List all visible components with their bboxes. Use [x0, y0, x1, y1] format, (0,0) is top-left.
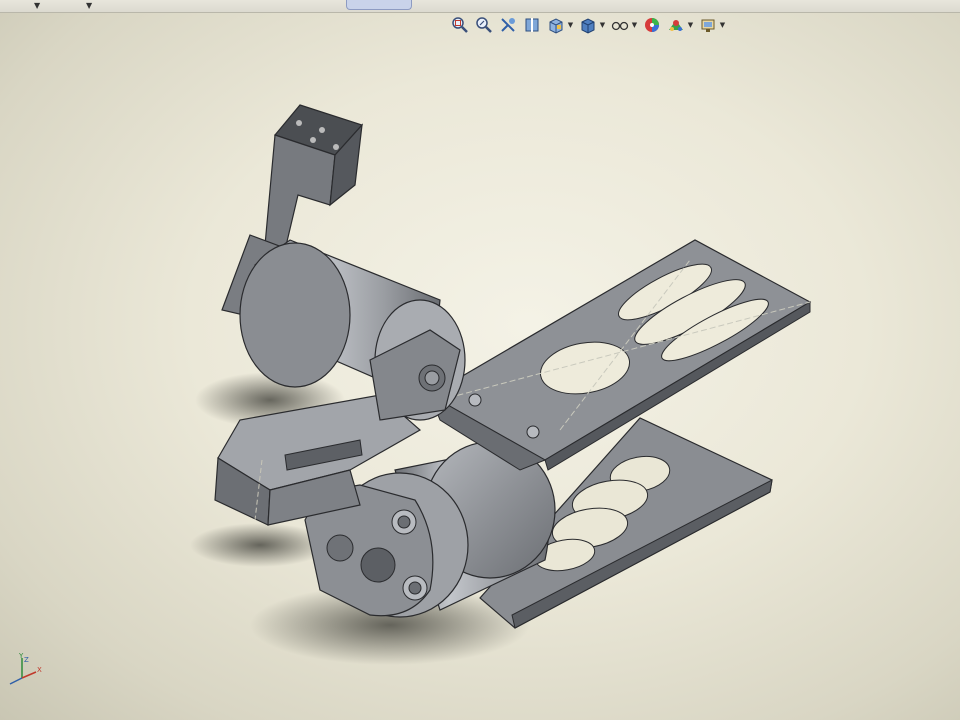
cad-model-viewport[interactable]	[0, 0, 960, 720]
triad-axis-label: X	[37, 666, 42, 674]
triad-axis-label: Z	[24, 656, 29, 664]
upper-mounting-plate[interactable]	[428, 239, 812, 471]
coordinate-triad-icon: Y Z X	[9, 652, 42, 685]
